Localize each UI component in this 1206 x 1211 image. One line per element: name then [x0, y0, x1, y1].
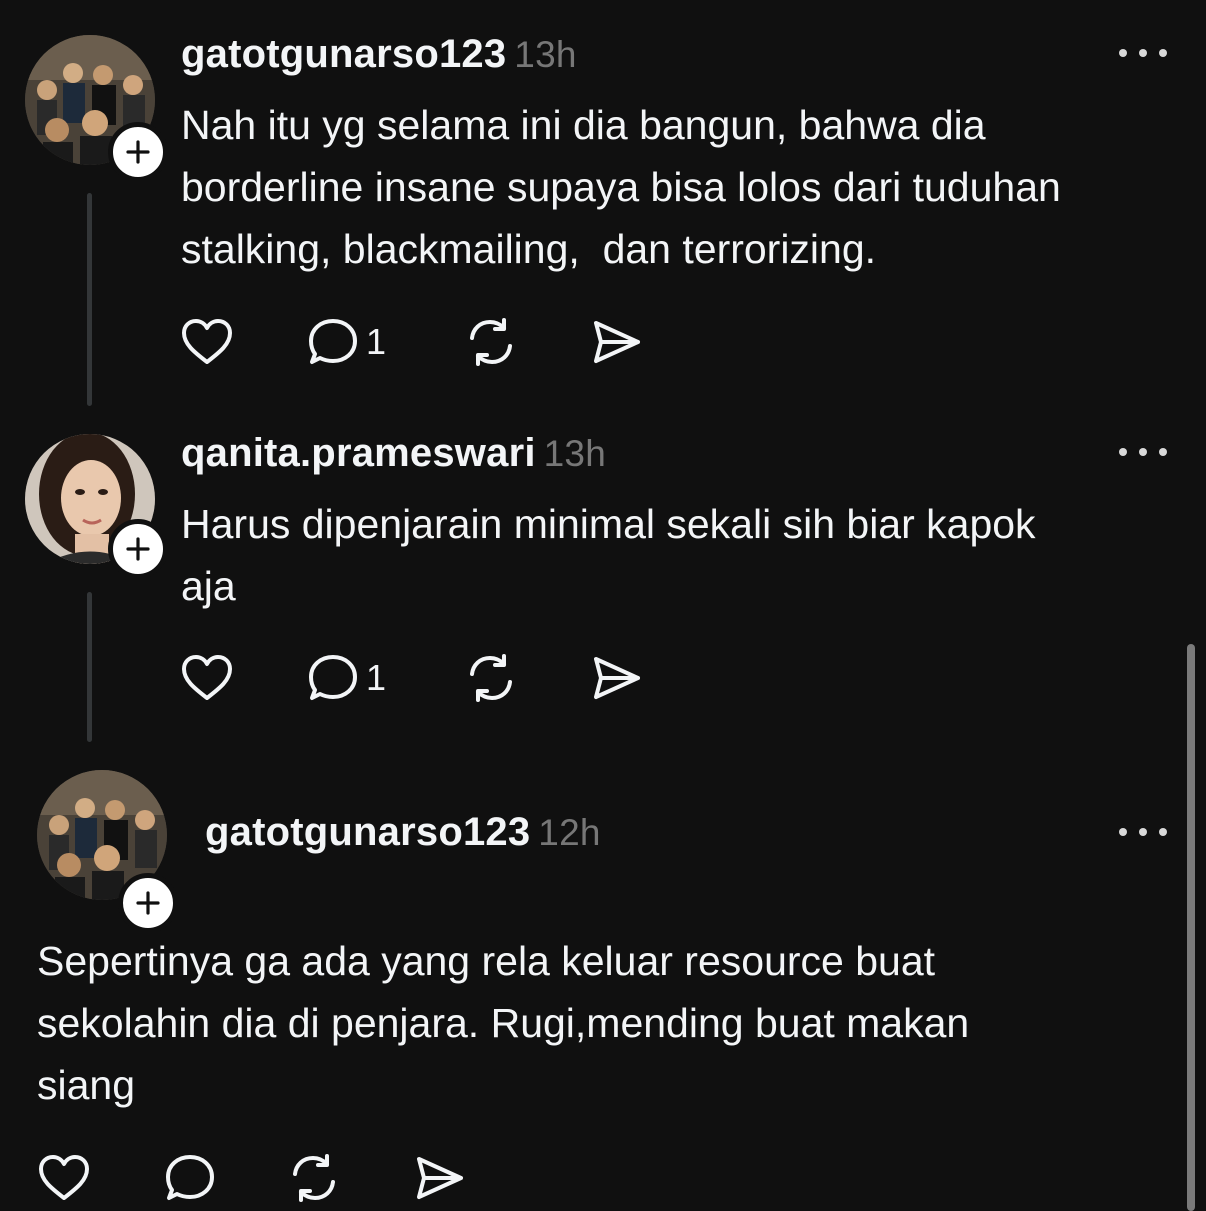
- more-dots-icon[interactable]: [1119, 43, 1167, 63]
- repost-button[interactable]: [287, 1150, 341, 1206]
- send-icon: [594, 321, 640, 363]
- follow-button[interactable]: [108, 519, 168, 579]
- thread-line: [87, 592, 92, 742]
- reply-button[interactable]: 1: [306, 314, 386, 370]
- post-text: Nah itu yg selama ini dia bangun, bahwa …: [181, 102, 1061, 272]
- more-dots-icon[interactable]: [1119, 822, 1167, 842]
- timestamp[interactable]: 12h: [538, 812, 600, 853]
- thread-line: [87, 193, 92, 406]
- thread-post: qanita.prameswari 13h Harus dipenjarain m…: [0, 410, 1206, 750]
- send-icon: [594, 657, 640, 699]
- reply-count: 1: [366, 657, 387, 698]
- comment-icon: [166, 1155, 214, 1200]
- comment-icon: [309, 319, 357, 364]
- like-button[interactable]: [180, 314, 234, 370]
- repost-button[interactable]: [464, 650, 518, 706]
- more-dots-icon[interactable]: [1119, 442, 1167, 462]
- send-icon: [417, 1157, 463, 1199]
- thread-post: gatotgunarso123 12h Sepertinya ga ada yan…: [0, 750, 1206, 1211]
- post-text: Sepertinya ga ada yang rela keluar resou…: [37, 938, 970, 1108]
- plus-icon: [126, 140, 150, 164]
- repost-icon: [470, 318, 512, 366]
- timestamp[interactable]: 13h: [544, 433, 606, 474]
- reply-button[interactable]: 1: [306, 650, 386, 706]
- heart-icon: [182, 319, 232, 364]
- plus-icon: [126, 537, 150, 561]
- comment-icon: [309, 655, 357, 700]
- repost-icon: [293, 1154, 335, 1202]
- reply-button[interactable]: [163, 1150, 217, 1206]
- repost-button[interactable]: [464, 314, 518, 370]
- reply-count: 1: [366, 321, 387, 362]
- share-button[interactable]: [588, 314, 644, 370]
- avatar-wrap[interactable]: [37, 770, 178, 933]
- like-button[interactable]: [37, 1150, 91, 1206]
- timestamp[interactable]: 13h: [514, 34, 576, 75]
- post-text: Harus dipenjarain minimal sekali sih bia…: [181, 501, 1036, 609]
- share-button[interactable]: [411, 1150, 467, 1206]
- post-header: gatotgunarso123 13h: [181, 32, 577, 77]
- action-bar: 1: [180, 314, 660, 370]
- username[interactable]: qanita.prameswari: [181, 431, 536, 475]
- follow-button[interactable]: [108, 122, 168, 182]
- scrollbar[interactable]: [1187, 644, 1195, 1211]
- post-header: qanita.prameswari 13h: [181, 431, 606, 476]
- post-header: gatotgunarso123 12h: [205, 810, 601, 855]
- repost-icon: [470, 654, 512, 702]
- share-button[interactable]: [588, 650, 644, 706]
- thread-post: gatotgunarso123 13h Nah itu yg selama ini…: [0, 0, 1206, 410]
- avatar-wrap[interactable]: [25, 35, 168, 182]
- heart-icon: [182, 655, 232, 700]
- action-bar: 1: [180, 650, 660, 706]
- plus-icon: [136, 891, 160, 915]
- action-bar: [37, 1150, 477, 1206]
- username[interactable]: gatotgunarso123: [205, 810, 530, 854]
- heart-icon: [39, 1155, 89, 1200]
- username[interactable]: gatotgunarso123: [181, 32, 506, 76]
- like-button[interactable]: [180, 650, 234, 706]
- follow-button[interactable]: [118, 873, 178, 933]
- avatar-wrap[interactable]: [25, 434, 168, 579]
